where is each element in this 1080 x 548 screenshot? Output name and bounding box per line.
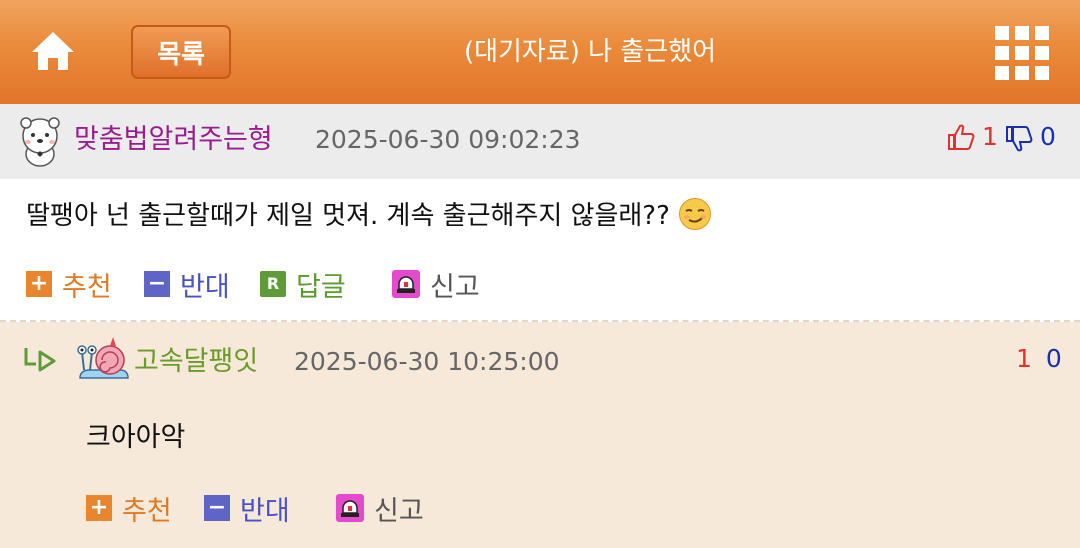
plus-icon: + (86, 495, 112, 521)
thumbs-up-icon[interactable] (946, 122, 976, 152)
siren-icon (392, 270, 420, 298)
reply-vote-counts: 1 0 (1016, 342, 1062, 376)
reply-author[interactable]: 고속달팽잇 (134, 344, 258, 380)
reply-upvote-count: 1 (1016, 344, 1032, 373)
page-title: (대기자료) 나 출근했어 (463, 37, 717, 67)
reply-icon: R (260, 271, 286, 297)
top-bar: 목록 (대기자료) 나 출근했어 (0, 0, 1080, 104)
reply-comment: 고속달팽잇 2025-06-30 10:25:00 1 0 크아아악 + 추천 … (0, 322, 1080, 548)
reply-recommend-button[interactable]: + 추천 (86, 488, 172, 528)
reply-downvote-count: 0 (1045, 344, 1062, 373)
reply-button[interactable]: R 답글 (260, 264, 346, 304)
comment-author[interactable]: 맞춤법알려주는형 (74, 122, 273, 158)
recommend-label: 추천 (122, 495, 172, 527)
home-button[interactable] (28, 26, 78, 76)
reply-label: 답글 (296, 271, 346, 303)
comment-actions: + 추천 − 반대 R 답글 신고 (26, 264, 526, 304)
reply-actions: + 추천 − 반대 신고 (86, 488, 486, 528)
plus-icon: + (26, 271, 52, 297)
oppose-button[interactable]: − 반대 (144, 264, 230, 304)
oppose-label: 반대 (180, 271, 230, 303)
vote-counts: 1 0 (946, 118, 1066, 158)
downvote-count: 0 (1040, 122, 1056, 151)
recommend-label: 추천 (62, 271, 112, 303)
thumbs-down-icon[interactable] (1004, 124, 1034, 154)
reply-arrow-icon (24, 348, 56, 372)
reply-text: 크아아악 (86, 422, 186, 453)
smirking-face-icon (678, 198, 711, 230)
reply-report-button[interactable]: 신고 (336, 488, 424, 528)
report-label: 신고 (430, 271, 480, 303)
oppose-label: 반대 (240, 495, 290, 527)
report-button[interactable]: 신고 (392, 264, 480, 304)
comment-text-content: 딸팽아 넌 출근할때가 제일 멋져. 계속 출근해주지 않을래?? (26, 201, 670, 231)
recommend-button[interactable]: + 추천 (26, 264, 112, 304)
home-icon (32, 32, 74, 70)
list-button[interactable]: 목록 (131, 25, 231, 79)
siren-icon (336, 494, 364, 522)
reply-oppose-button[interactable]: − 반대 (204, 488, 290, 528)
comment-date: 2025-06-30 09:02:23 (315, 125, 581, 154)
snail-avatar-icon (77, 337, 129, 379)
comment-text: 딸팽아 넌 출근할때가 제일 멋져. 계속 출근해주지 않을래?? (26, 196, 712, 236)
bear-avatar-icon (20, 117, 60, 167)
grid-menu-button[interactable] (995, 26, 1049, 80)
report-label: 신고 (374, 495, 424, 527)
minus-icon: − (204, 495, 230, 521)
upvote-count: 1 (982, 122, 998, 151)
comment-header: 맞춤법알려주는형 2025-06-30 09:02:23 1 0 (0, 104, 1080, 179)
reply-date: 2025-06-30 10:25:00 (294, 347, 560, 376)
minus-icon: − (144, 271, 170, 297)
